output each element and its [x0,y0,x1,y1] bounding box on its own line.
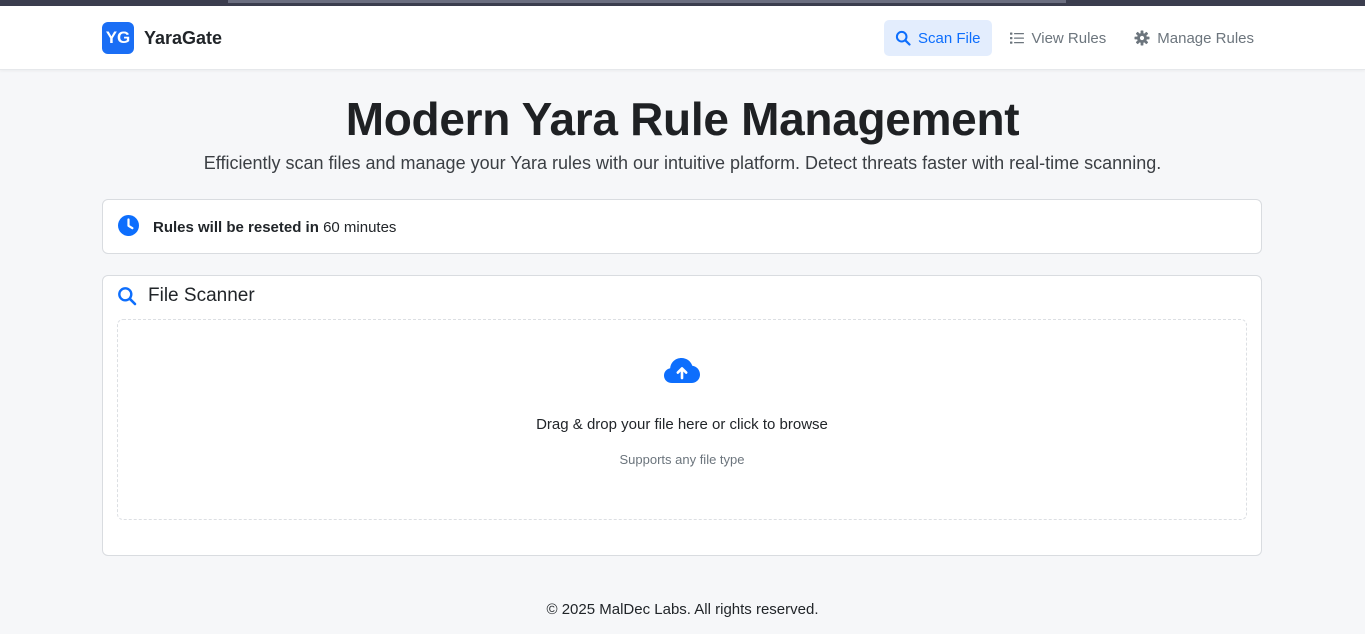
brand-name: YaraGate [144,27,223,48]
nav-view-rules-label: View Rules [1031,29,1107,47]
dropzone-hint: Supports any file type [619,452,745,467]
list-icon [1009,30,1025,46]
file-dropzone[interactable]: Drag & drop your file here or click to b… [117,319,1247,520]
browser-top-strip-highlight [228,0,1066,3]
brand-logo: YG [102,22,134,54]
reset-timer-value: 60 minutes [323,219,397,236]
file-scanner-header: File Scanner [117,285,255,307]
page-subtitle: Efficiently scan files and manage your Y… [203,153,1162,173]
nav-view-rules[interactable]: View Rules [998,20,1118,56]
main-nav: Scan File View Rules Manage Rules [878,20,1265,56]
reset-timer-text: Rules will be reseted in 60 minutes [153,219,396,236]
file-scanner-card: File Scanner Drag & drop your file here … [102,275,1262,556]
gear-icon [1134,30,1150,46]
footer-copyright: © 2025 MalDec Labs. All rights reserved. [546,601,819,618]
search-icon [117,286,137,306]
reset-timer-card: Rules will be reseted in 60 minutes [102,199,1262,254]
nav-scan-file[interactable]: Scan File [883,20,992,56]
search-icon [895,30,911,46]
page-title: Modern Yara Rule Management [345,93,1020,145]
clock-icon [117,214,140,237]
nav-scan-file-label: Scan File [917,29,981,47]
reset-timer-label: Rules will be reseted in [153,219,319,236]
navbar: YG YaraGate Scan File View Rules Manage … [0,6,1365,70]
cloud-upload-icon [663,356,701,386]
brand-link[interactable]: YG YaraGate [102,22,222,54]
nav-manage-rules[interactable]: Manage Rules [1123,20,1265,56]
dropzone-text: Drag & drop your file here or click to b… [536,416,828,433]
file-scanner-title: File Scanner [148,285,255,306]
nav-manage-rules-label: Manage Rules [1157,29,1254,47]
